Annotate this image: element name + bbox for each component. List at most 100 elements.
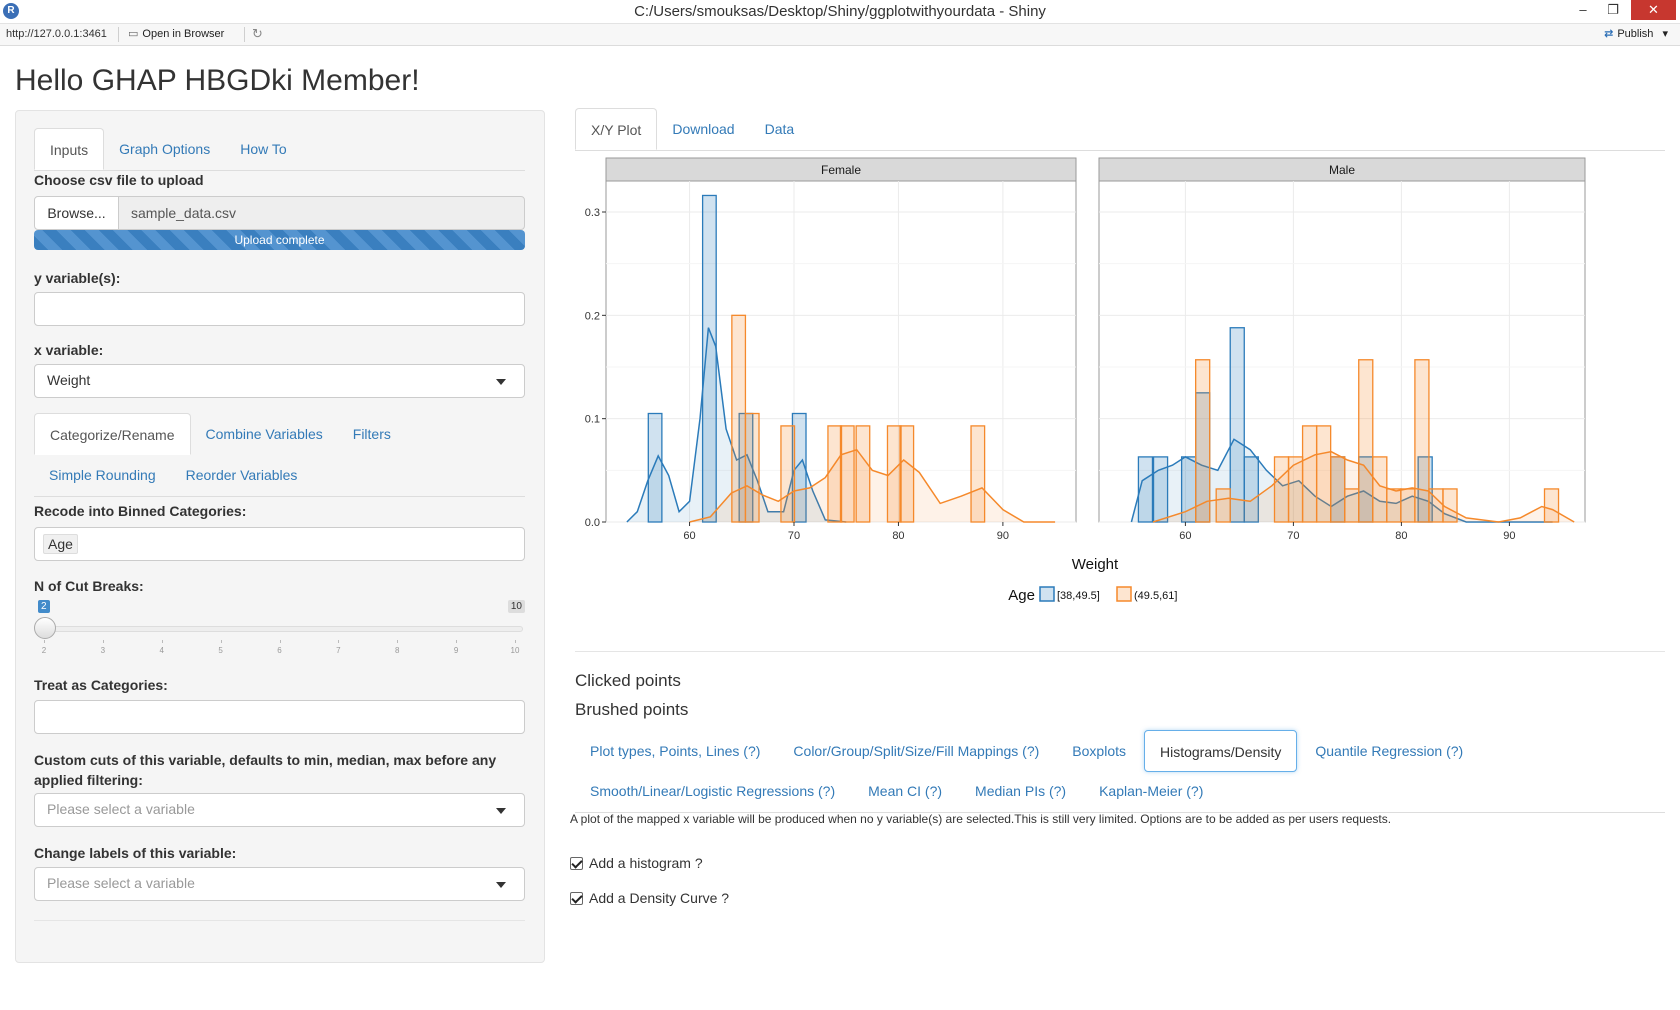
slider-tick [44, 640, 45, 643]
tab-data[interactable]: Data [750, 108, 810, 150]
y-variable-input[interactable] [34, 292, 525, 326]
pill-plot-types[interactable]: Plot types, Points, Lines (?) [575, 730, 775, 772]
tab-inputs[interactable]: Inputs [34, 128, 105, 170]
chevron-down-icon [496, 882, 506, 888]
chevron-down-icon [496, 379, 506, 385]
upload-label: Choose csv file to upload [34, 172, 204, 188]
sidebar-tabs: Inputs Graph Options How To [34, 128, 525, 171]
histogram-bar [1195, 359, 1211, 523]
treat-categories-input[interactable] [34, 700, 525, 734]
minimize-button[interactable]: – [1570, 0, 1596, 20]
legend-label-2: (49.5,61] [1134, 590, 1177, 602]
slider-tick-label: 3 [100, 646, 106, 655]
chevron-down-icon [496, 808, 506, 814]
tab-how-to[interactable]: How To [225, 128, 301, 170]
checkbox-histogram-label: Add a histogram ? [589, 855, 703, 871]
legend-title: Age [1008, 587, 1035, 604]
tab-filters[interactable]: Filters [338, 413, 406, 455]
custom-cuts-placeholder: Please select a variable [47, 801, 195, 817]
slider-ticks: 2 3 4 5 6 7 8 9 10 [42, 640, 519, 660]
slider-tick-label: 4 [159, 646, 164, 655]
slider-tick [456, 640, 458, 643]
y-tick-label: 0.0 [585, 517, 600, 529]
open-in-browser-button[interactable]: ▭ Open in Browser [128, 27, 224, 40]
slider-value-badge: 2 [38, 600, 50, 613]
tab-categorize-rename[interactable]: Categorize/Rename [34, 413, 191, 455]
checkbox-checked-icon[interactable] [570, 892, 583, 905]
brushed-points-heading: Brushed points [575, 700, 689, 719]
options-pills-row1: Plot types, Points, Lines (?) Color/Grou… [575, 730, 1478, 772]
x-tick-label: 90 [997, 530, 1009, 542]
publish-button[interactable]: ⇄ Publish ▾ [1604, 27, 1668, 40]
slider-tick [220, 640, 222, 643]
xy-plot[interactable]: Female 60 70 80 90 0.0 0.1 0.2 0.3 Male 60 70 80 90 We… [570, 150, 1660, 620]
publish-label: Publish [1617, 28, 1654, 40]
checkbox-add-density[interactable]: Add a Density Curve ? [570, 890, 729, 906]
url-text: http://127.0.0.1:3461 [6, 28, 107, 40]
pill-color-mappings[interactable]: Color/Group/Split/Size/Fill Mappings (?) [778, 730, 1054, 772]
pill-median-pis[interactable]: Median PIs (?) [960, 770, 1081, 812]
custom-cuts-select[interactable]: Please select a variable [34, 793, 525, 827]
window-titlebar: R C:/Users/smouksas/Desktop/Shiny/ggplot… [0, 0, 1680, 24]
main-tabs: X/Y Plot Download Data [575, 108, 1665, 151]
browse-button[interactable]: Browse... [34, 196, 119, 230]
slider-track[interactable] [44, 626, 523, 632]
facet-label: Female [821, 163, 861, 177]
slider-handle[interactable] [34, 617, 56, 639]
legend-swatch-1 [1039, 586, 1055, 602]
x-tick-label: 80 [1395, 530, 1407, 542]
slider-tick [161, 640, 163, 643]
x-tick-label: 80 [892, 530, 904, 542]
y-variable-label: y variable(s): [34, 270, 121, 286]
checkbox-density-label: Add a Density Curve ? [589, 890, 730, 906]
slider-tick [102, 640, 104, 643]
x-axis-label: Weight [1072, 556, 1119, 573]
publish-icon: ⇄ [1604, 28, 1614, 40]
histogram-description: A plot of the mapped x variable will be … [570, 812, 1392, 826]
pill-histograms-density[interactable]: Histograms/Density [1144, 730, 1298, 772]
x-tick-label: 60 [683, 530, 695, 542]
categorize-tabs: Categorize/Rename Combine Variables Filt… [34, 413, 525, 455]
slider-tick-label: 6 [277, 646, 282, 655]
slider-tick-label: 8 [395, 646, 400, 655]
pill-mean-ci[interactable]: Mean CI (?) [853, 770, 957, 812]
tab-download[interactable]: Download [657, 108, 749, 150]
x-tick-label: 90 [1503, 530, 1515, 542]
pill-quantile-regression[interactable]: Quantile Regression (?) [1300, 730, 1478, 772]
histogram-density-chart[interactable]: Female 60 70 80 90 0.0 0.1 0.2 0.3 Male 60 70 80 90 We… [570, 150, 1660, 620]
checkbox-add-histogram[interactable]: Add a histogram ? [570, 855, 703, 871]
recode-chip[interactable]: Age [43, 534, 78, 554]
recode-input[interactable]: Age [34, 527, 525, 561]
address-bar: http://127.0.0.1:3461 ▭ Open in Browser ↻… [0, 24, 1680, 46]
refresh-icon[interactable]: ↻ [252, 26, 263, 42]
slider-tick [515, 640, 516, 643]
change-labels-select[interactable]: Please select a variable [34, 867, 525, 901]
cut-breaks-label: N of Cut Breaks: [34, 578, 144, 594]
clicked-points-heading: Clicked points [575, 671, 681, 690]
tab-combine-variables[interactable]: Combine Variables [191, 413, 338, 455]
pill-boxplots[interactable]: Boxplots [1057, 730, 1141, 772]
window-title: C:/Users/smouksas/Desktop/Shiny/ggplotwi… [634, 3, 1046, 20]
slider-tick-label: 9 [453, 646, 459, 655]
tab-reorder-variables[interactable]: Reorder Variables [171, 454, 313, 496]
tab-graph-options[interactable]: Graph Options [104, 128, 225, 170]
pill-smooth-regressions[interactable]: Smooth/Linear/Logistic Regressions (?) [575, 770, 850, 812]
x-tick-label: 60 [1179, 530, 1191, 542]
checkbox-checked-icon[interactable] [570, 857, 583, 870]
slider-tick-label: 5 [218, 646, 223, 655]
close-button[interactable]: ✕ [1631, 0, 1676, 20]
slider-tick [397, 640, 399, 643]
page-title: Hello GHAP HBGDki Member! [15, 64, 420, 97]
recode-label: Recode into Binned Categories: [34, 503, 247, 519]
x-variable-select[interactable]: Weight [34, 364, 525, 398]
cut-breaks-slider[interactable]: 2 10 2 3 4 5 6 7 8 9 10 [34, 600, 525, 660]
x-tick-label: 70 [788, 530, 800, 542]
pill-kaplan-meier[interactable]: Kaplan-Meier (?) [1084, 770, 1218, 812]
maximize-button[interactable]: ❐ [1600, 0, 1626, 20]
browser-icon: ▭ [128, 28, 139, 40]
tab-xy-plot[interactable]: X/Y Plot [575, 108, 658, 150]
options-pills-row2: Smooth/Linear/Logistic Regressions (?) M… [575, 770, 1665, 813]
facet-label: Male [1329, 163, 1355, 177]
tab-simple-rounding[interactable]: Simple Rounding [34, 454, 171, 496]
slider-tick [338, 640, 340, 643]
